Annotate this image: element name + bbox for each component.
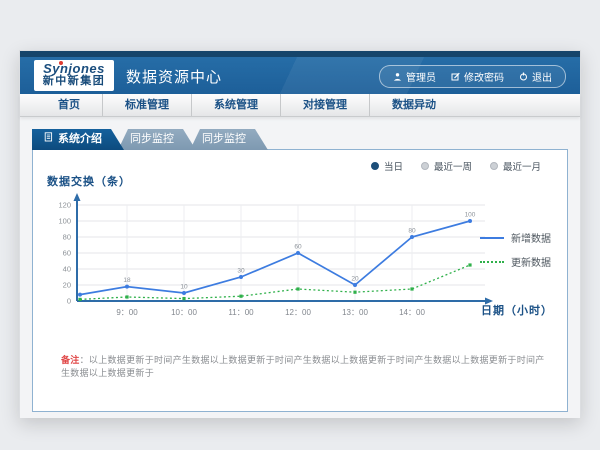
user-action-label: 修改密码 (464, 69, 504, 84)
radio-option[interactable]: 最近一月 (490, 159, 541, 173)
user-action-user[interactable]: 管理员 (393, 69, 436, 84)
user-action-label: 管理员 (406, 69, 436, 84)
nav-item[interactable]: 数据异动 (370, 94, 458, 116)
nav-item[interactable]: 系统管理 (192, 94, 281, 116)
tab-bar: 系统介绍 同步监控 同步监控 (32, 129, 262, 150)
content-area: 系统介绍 同步监控 同步监控 当日 最近一周 最近一月 数据交换（条） 0 20 40 60 8… (20, 117, 580, 418)
y-axis-title: 数据交换（条） (47, 173, 131, 189)
footnote: 备注：以上数据更新于时间产生数据以上数据更新于时间产生数据以上数据更新于时间产生… (61, 353, 551, 379)
svg-text:60: 60 (294, 244, 302, 251)
footnote-text: ：以上数据更新于时间产生数据以上数据更新于时间产生数据以上数据更新于时间产生数据… (61, 355, 545, 378)
radio-icon (371, 162, 379, 170)
footnote-label: 备注 (61, 355, 80, 365)
logo-brand-text: Synjones (34, 62, 114, 75)
doc-icon (44, 129, 53, 150)
legend-line-sample (480, 237, 504, 239)
svg-text:20: 20 (351, 276, 359, 283)
edit-icon (451, 72, 460, 81)
svg-text:80: 80 (408, 228, 416, 235)
chart-panel: 当日 最近一周 最近一月 数据交换（条） 0 20 40 60 80 100 120 9：00 10… (32, 149, 568, 412)
nav-item[interactable]: 对接管理 (281, 94, 370, 116)
logo-company-text: 新中新集团 (34, 75, 114, 88)
svg-text:11：00: 11：00 (228, 308, 254, 317)
tab-1[interactable]: 同步监控 (118, 129, 196, 150)
radio-label: 当日 (384, 159, 403, 173)
legend-label: 更新数据 (511, 254, 551, 269)
power-icon (519, 72, 528, 81)
svg-text:9：00: 9：00 (116, 308, 138, 317)
tab-label: 系统介绍 (58, 129, 102, 150)
svg-text:18: 18 (123, 277, 131, 284)
page-title: 数据资源中心 (126, 66, 222, 87)
series-legend: 新增数据更新数据 (480, 230, 551, 269)
svg-text:0: 0 (67, 297, 71, 306)
svg-text:40: 40 (63, 265, 71, 274)
radio-icon (421, 162, 429, 170)
tab-2[interactable]: 同步监控 (190, 129, 268, 150)
legend-item: 更新数据 (480, 254, 551, 269)
company-logo: Synjones 新中新集团 (34, 60, 114, 91)
radio-option[interactable]: 最近一周 (421, 159, 472, 173)
svg-text:20: 20 (63, 281, 71, 290)
user-actions-group: 管理员 修改密码 退出 (379, 65, 566, 88)
line-chart: 0 20 40 60 80 100 120 9：00 10：00 11：00 12：00 13：00 1… (45, 188, 505, 323)
svg-text:60: 60 (63, 249, 71, 258)
legend-item: 新增数据 (480, 230, 551, 245)
radio-icon (490, 162, 498, 170)
svg-text:13：00: 13：00 (342, 308, 368, 317)
svg-text:100: 100 (465, 212, 476, 219)
radio-label: 最近一周 (434, 159, 472, 173)
user-icon (393, 72, 402, 81)
app-window: Synjones 新中新集团 数据资源中心 管理员修改密码退出 首页标准管理系统… (19, 50, 581, 418)
nav-item[interactable]: 标准管理 (103, 94, 192, 116)
radio-option[interactable]: 当日 (371, 159, 403, 173)
svg-text:120: 120 (58, 201, 71, 210)
legend-label: 新增数据 (511, 230, 551, 245)
main-nav: 首页标准管理系统管理对接管理数据异动 (20, 94, 580, 117)
svg-text:10: 10 (180, 284, 188, 291)
svg-text:80: 80 (63, 233, 71, 242)
svg-text:12：00: 12：00 (285, 308, 311, 317)
radio-label: 最近一月 (503, 159, 541, 173)
nav-item[interactable]: 首页 (36, 94, 103, 116)
svg-text:10：00: 10：00 (171, 308, 197, 317)
svg-text:100: 100 (58, 217, 71, 226)
app-header: Synjones 新中新集团 数据资源中心 管理员 修改密码 退出 (20, 57, 580, 94)
x-axis-title: 日期（小时） (481, 302, 553, 318)
user-action-label: 退出 (532, 69, 552, 84)
tab-label: 同步监控 (202, 129, 246, 150)
legend-line-sample (480, 261, 504, 263)
logo-red-dot-icon (59, 61, 63, 65)
time-range-filter: 当日 最近一周 最近一月 (371, 159, 541, 173)
user-action-edit[interactable]: 修改密码 (451, 69, 504, 84)
user-action-power[interactable]: 退出 (519, 69, 552, 84)
svg-text:30: 30 (237, 268, 245, 275)
tab-label: 同步监控 (130, 129, 174, 150)
tab-0[interactable]: 系统介绍 (32, 129, 124, 150)
svg-text:14：00: 14：00 (399, 308, 425, 317)
